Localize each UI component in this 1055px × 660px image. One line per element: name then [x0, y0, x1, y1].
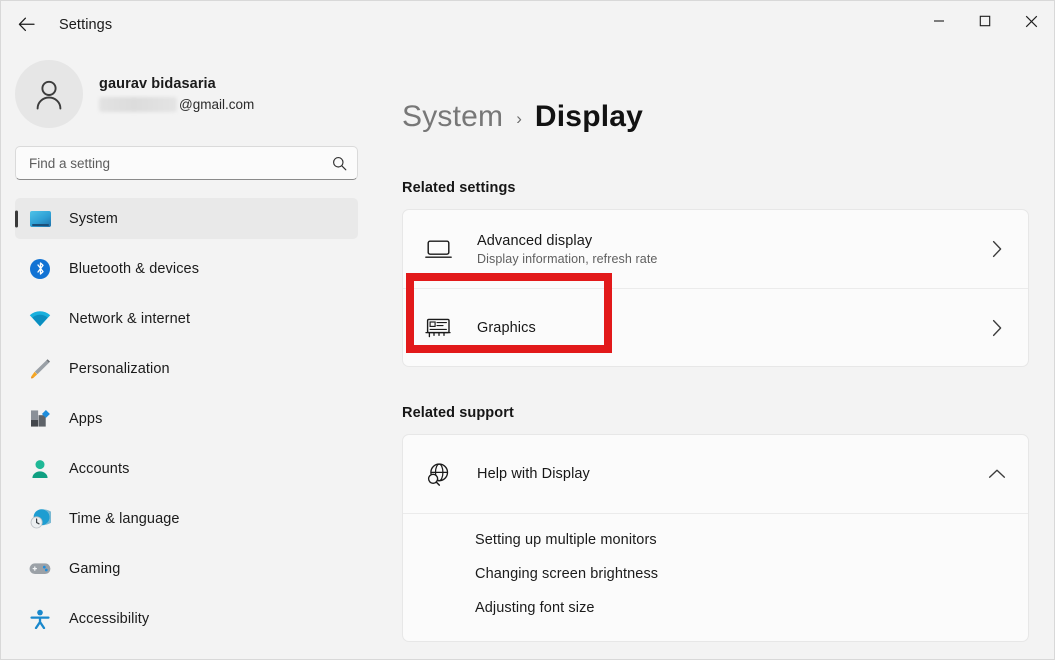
chevron-right-icon	[986, 319, 1008, 337]
maximize-button[interactable]	[962, 1, 1008, 41]
row-title: Advanced display	[477, 233, 986, 249]
row-text: Help with Display	[477, 466, 986, 482]
search-icon[interactable]	[332, 156, 347, 171]
page-title: Display	[535, 100, 643, 134]
account-text: gaurav bidasaria @gmail.com	[99, 76, 254, 112]
title-bar: Settings	[1, 1, 1054, 48]
help-link[interactable]: Changing screen brightness	[403, 557, 1028, 591]
row-title: Graphics	[477, 320, 986, 336]
email-redaction-blur	[99, 97, 177, 112]
account-email-row: @gmail.com	[99, 97, 254, 112]
sidebar-item-system[interactable]: System	[15, 198, 358, 239]
expander-help-with-display[interactable]: Help with Display	[403, 435, 1028, 513]
account-name: gaurav bidasaria	[99, 76, 254, 92]
sidebar-item-label: Bluetooth & devices	[69, 261, 199, 277]
bluetooth-icon	[29, 258, 51, 280]
help-link[interactable]: Setting up multiple monitors	[403, 523, 1028, 557]
sidebar-item-label: Personalization	[69, 361, 170, 377]
expander-title: Help with Display	[477, 466, 986, 482]
sidebar-item-label: Gaming	[69, 561, 120, 577]
row-subtitle: Display information, refresh rate	[477, 252, 986, 266]
spacer	[402, 367, 1029, 405]
maximize-icon	[979, 15, 991, 27]
search-box[interactable]	[15, 146, 358, 180]
sidebar-item-accounts[interactable]: Accounts	[15, 448, 358, 489]
sidebar-item-label: Accessibility	[69, 611, 149, 627]
clock-globe-icon	[29, 508, 51, 530]
breadcrumb: System › Display	[402, 100, 1029, 134]
sidebar-item-label: Time & language	[69, 511, 180, 527]
sidebar-item-network-internet[interactable]: Network & internet	[15, 298, 358, 339]
sidebar-item-label: Accounts	[69, 461, 129, 477]
back-arrow-icon	[18, 17, 35, 32]
accounts-icon	[29, 458, 51, 480]
monitor-icon	[425, 236, 452, 263]
row-text: Advanced display Display information, re…	[477, 233, 986, 266]
related-support-card: Help with Display Setting up multiple mo…	[402, 434, 1029, 642]
back-button[interactable]	[9, 8, 43, 42]
accessibility-icon	[29, 608, 51, 630]
sidebar-item-label: Apps	[69, 411, 102, 427]
main-content: System › Display Related settings Advanc…	[372, 48, 1054, 659]
network-wifi-icon	[29, 308, 51, 330]
row-graphics[interactable]: Graphics	[403, 288, 1028, 366]
sidebar-item-time-language[interactable]: Time & language	[15, 498, 358, 539]
sidebar-item-bluetooth-devices[interactable]: Bluetooth & devices	[15, 248, 358, 289]
chevron-right-icon: ›	[516, 109, 522, 129]
chevron-up-icon[interactable]	[986, 468, 1008, 480]
graphics-card-icon	[425, 314, 452, 341]
sidebar-item-personalization[interactable]: Personalization	[15, 348, 358, 389]
gamepad-icon	[29, 558, 51, 580]
breadcrumb-parent[interactable]: System	[402, 100, 503, 134]
system-icon	[29, 208, 51, 230]
row-advanced-display[interactable]: Advanced display Display information, re…	[403, 210, 1028, 288]
help-links-list: Setting up multiple monitors Changing sc…	[403, 513, 1028, 641]
related-settings-heading: Related settings	[402, 180, 1029, 196]
apps-icon	[29, 408, 51, 430]
account-block[interactable]: gaurav bidasaria @gmail.com	[1, 48, 372, 146]
person-avatar-icon	[30, 75, 68, 113]
paintbrush-icon	[29, 358, 51, 380]
related-support-heading: Related support	[402, 405, 1029, 421]
chevron-right-icon	[986, 240, 1008, 258]
sidebar: gaurav bidasaria @gmail.com	[1, 48, 372, 659]
sidebar-item-gaming[interactable]: Gaming	[15, 548, 358, 589]
minimize-button[interactable]	[916, 1, 962, 41]
sidebar-item-accessibility[interactable]: Accessibility	[15, 598, 358, 639]
sidebar-item-label: System	[69, 211, 118, 227]
window-title: Settings	[59, 17, 112, 33]
sidebar-nav-list: System Bluetooth & devices	[1, 198, 372, 659]
related-settings-card: Advanced display Display information, re…	[402, 209, 1029, 367]
search-input[interactable]	[29, 156, 332, 171]
row-text: Graphics	[477, 320, 986, 336]
minimize-icon	[933, 15, 945, 27]
close-button[interactable]	[1008, 1, 1054, 41]
globe-search-icon	[425, 461, 452, 488]
search-wrapper	[1, 146, 372, 180]
account-email-suffix: @gmail.com	[179, 97, 254, 112]
close-icon	[1025, 15, 1038, 28]
window-body: gaurav bidasaria @gmail.com	[1, 48, 1054, 659]
sidebar-item-apps[interactable]: Apps	[15, 398, 358, 439]
help-link[interactable]: Adjusting font size	[403, 591, 1028, 625]
window-controls	[916, 1, 1054, 41]
avatar	[15, 60, 83, 128]
sidebar-item-label: Network & internet	[69, 311, 190, 327]
settings-window: Settings	[0, 0, 1055, 660]
